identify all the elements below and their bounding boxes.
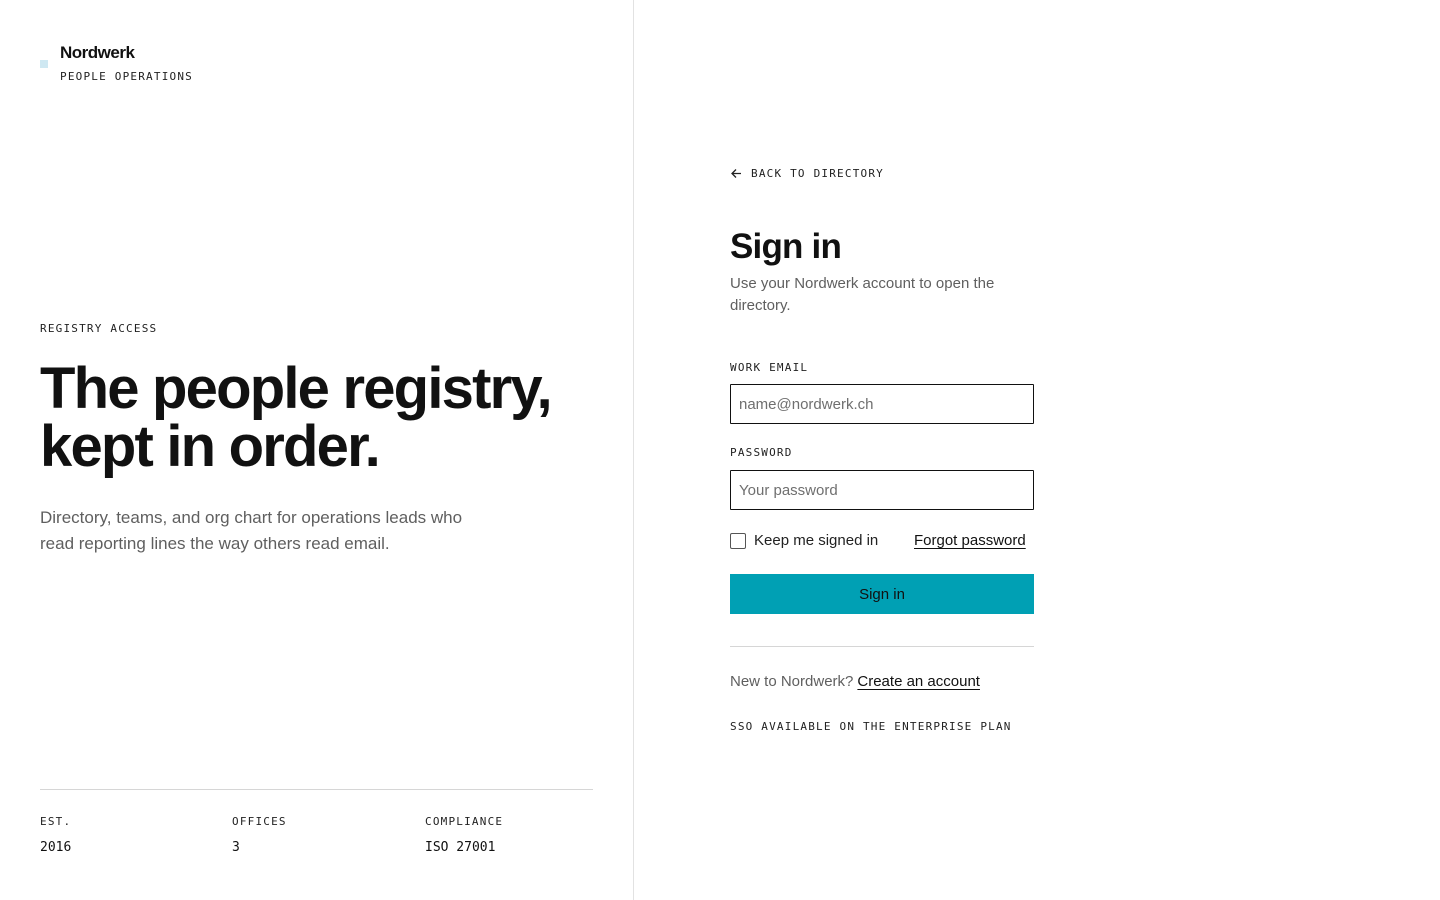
- brand-logo-mark: [40, 60, 48, 68]
- brand-panel: Nordwerk PEOPLE OPERATIONS REGISTRY ACCE…: [0, 0, 633, 900]
- arrow-left-icon: [731, 169, 741, 178]
- stat-established: EST. 2016: [40, 815, 71, 855]
- stat-value: 3: [232, 840, 240, 855]
- stat-label: OFFICES: [232, 815, 287, 828]
- signin-title: Sign in: [730, 227, 842, 266]
- forgot-password-link[interactable]: Forgot password: [914, 532, 1026, 549]
- back-link-label: BACK TO DIRECTORY: [751, 167, 884, 180]
- hero-title: The people registry, kept in order.: [40, 360, 620, 476]
- email-field[interactable]: [730, 384, 1034, 424]
- password-label: PASSWORD: [730, 446, 793, 459]
- keep-signed-in-checkbox[interactable]: [730, 532, 746, 549]
- password-field[interactable]: [730, 470, 1034, 510]
- stat-compliance: COMPLIANCE ISO 27001: [425, 815, 503, 855]
- hero-title-line-2: kept in order.: [40, 414, 381, 479]
- panel-divider: [633, 0, 634, 900]
- create-account-link[interactable]: Create an account: [857, 673, 980, 690]
- hero-subtitle: Directory, teams, and org chart for oper…: [40, 508, 463, 553]
- stats-divider: [40, 789, 593, 790]
- signin-subtitle: Use your Nordwerk account to open the di…: [730, 275, 995, 314]
- brand-name: Nordwerk: [60, 43, 135, 62]
- form-divider: [730, 646, 1034, 647]
- stat-label: EST.: [40, 815, 72, 828]
- keep-signed-in-label: Keep me signed in: [754, 532, 879, 549]
- stat-label: COMPLIANCE: [425, 815, 504, 828]
- back-to-directory-link[interactable]: BACK TO DIRECTORY: [730, 167, 884, 180]
- keep-signed-in[interactable]: Keep me signed in: [730, 532, 878, 549]
- signup-prompt: New to Nordwerk? Create an account: [730, 673, 980, 690]
- sso-note: SSO AVAILABLE ON THE ENTERPRISE PLAN: [730, 720, 1012, 733]
- sign-in-button[interactable]: Sign in: [730, 574, 1034, 614]
- hero-title-line-1: The people registry,: [40, 356, 553, 421]
- email-label: WORK EMAIL: [730, 361, 809, 374]
- stat-value: 2016: [40, 840, 72, 855]
- brand-subtitle: PEOPLE OPERATIONS: [60, 70, 193, 83]
- signup-prompt-text: New to Nordwerk?: [730, 673, 854, 690]
- stat-value: ISO 27001: [425, 840, 496, 855]
- hero-eyebrow: REGISTRY ACCESS: [40, 322, 158, 335]
- brand-header: Nordwerk PEOPLE OPERATIONS: [40, 42, 193, 83]
- stat-offices: OFFICES 3: [232, 815, 287, 855]
- brand-text: Nordwerk PEOPLE OPERATIONS: [60, 42, 193, 83]
